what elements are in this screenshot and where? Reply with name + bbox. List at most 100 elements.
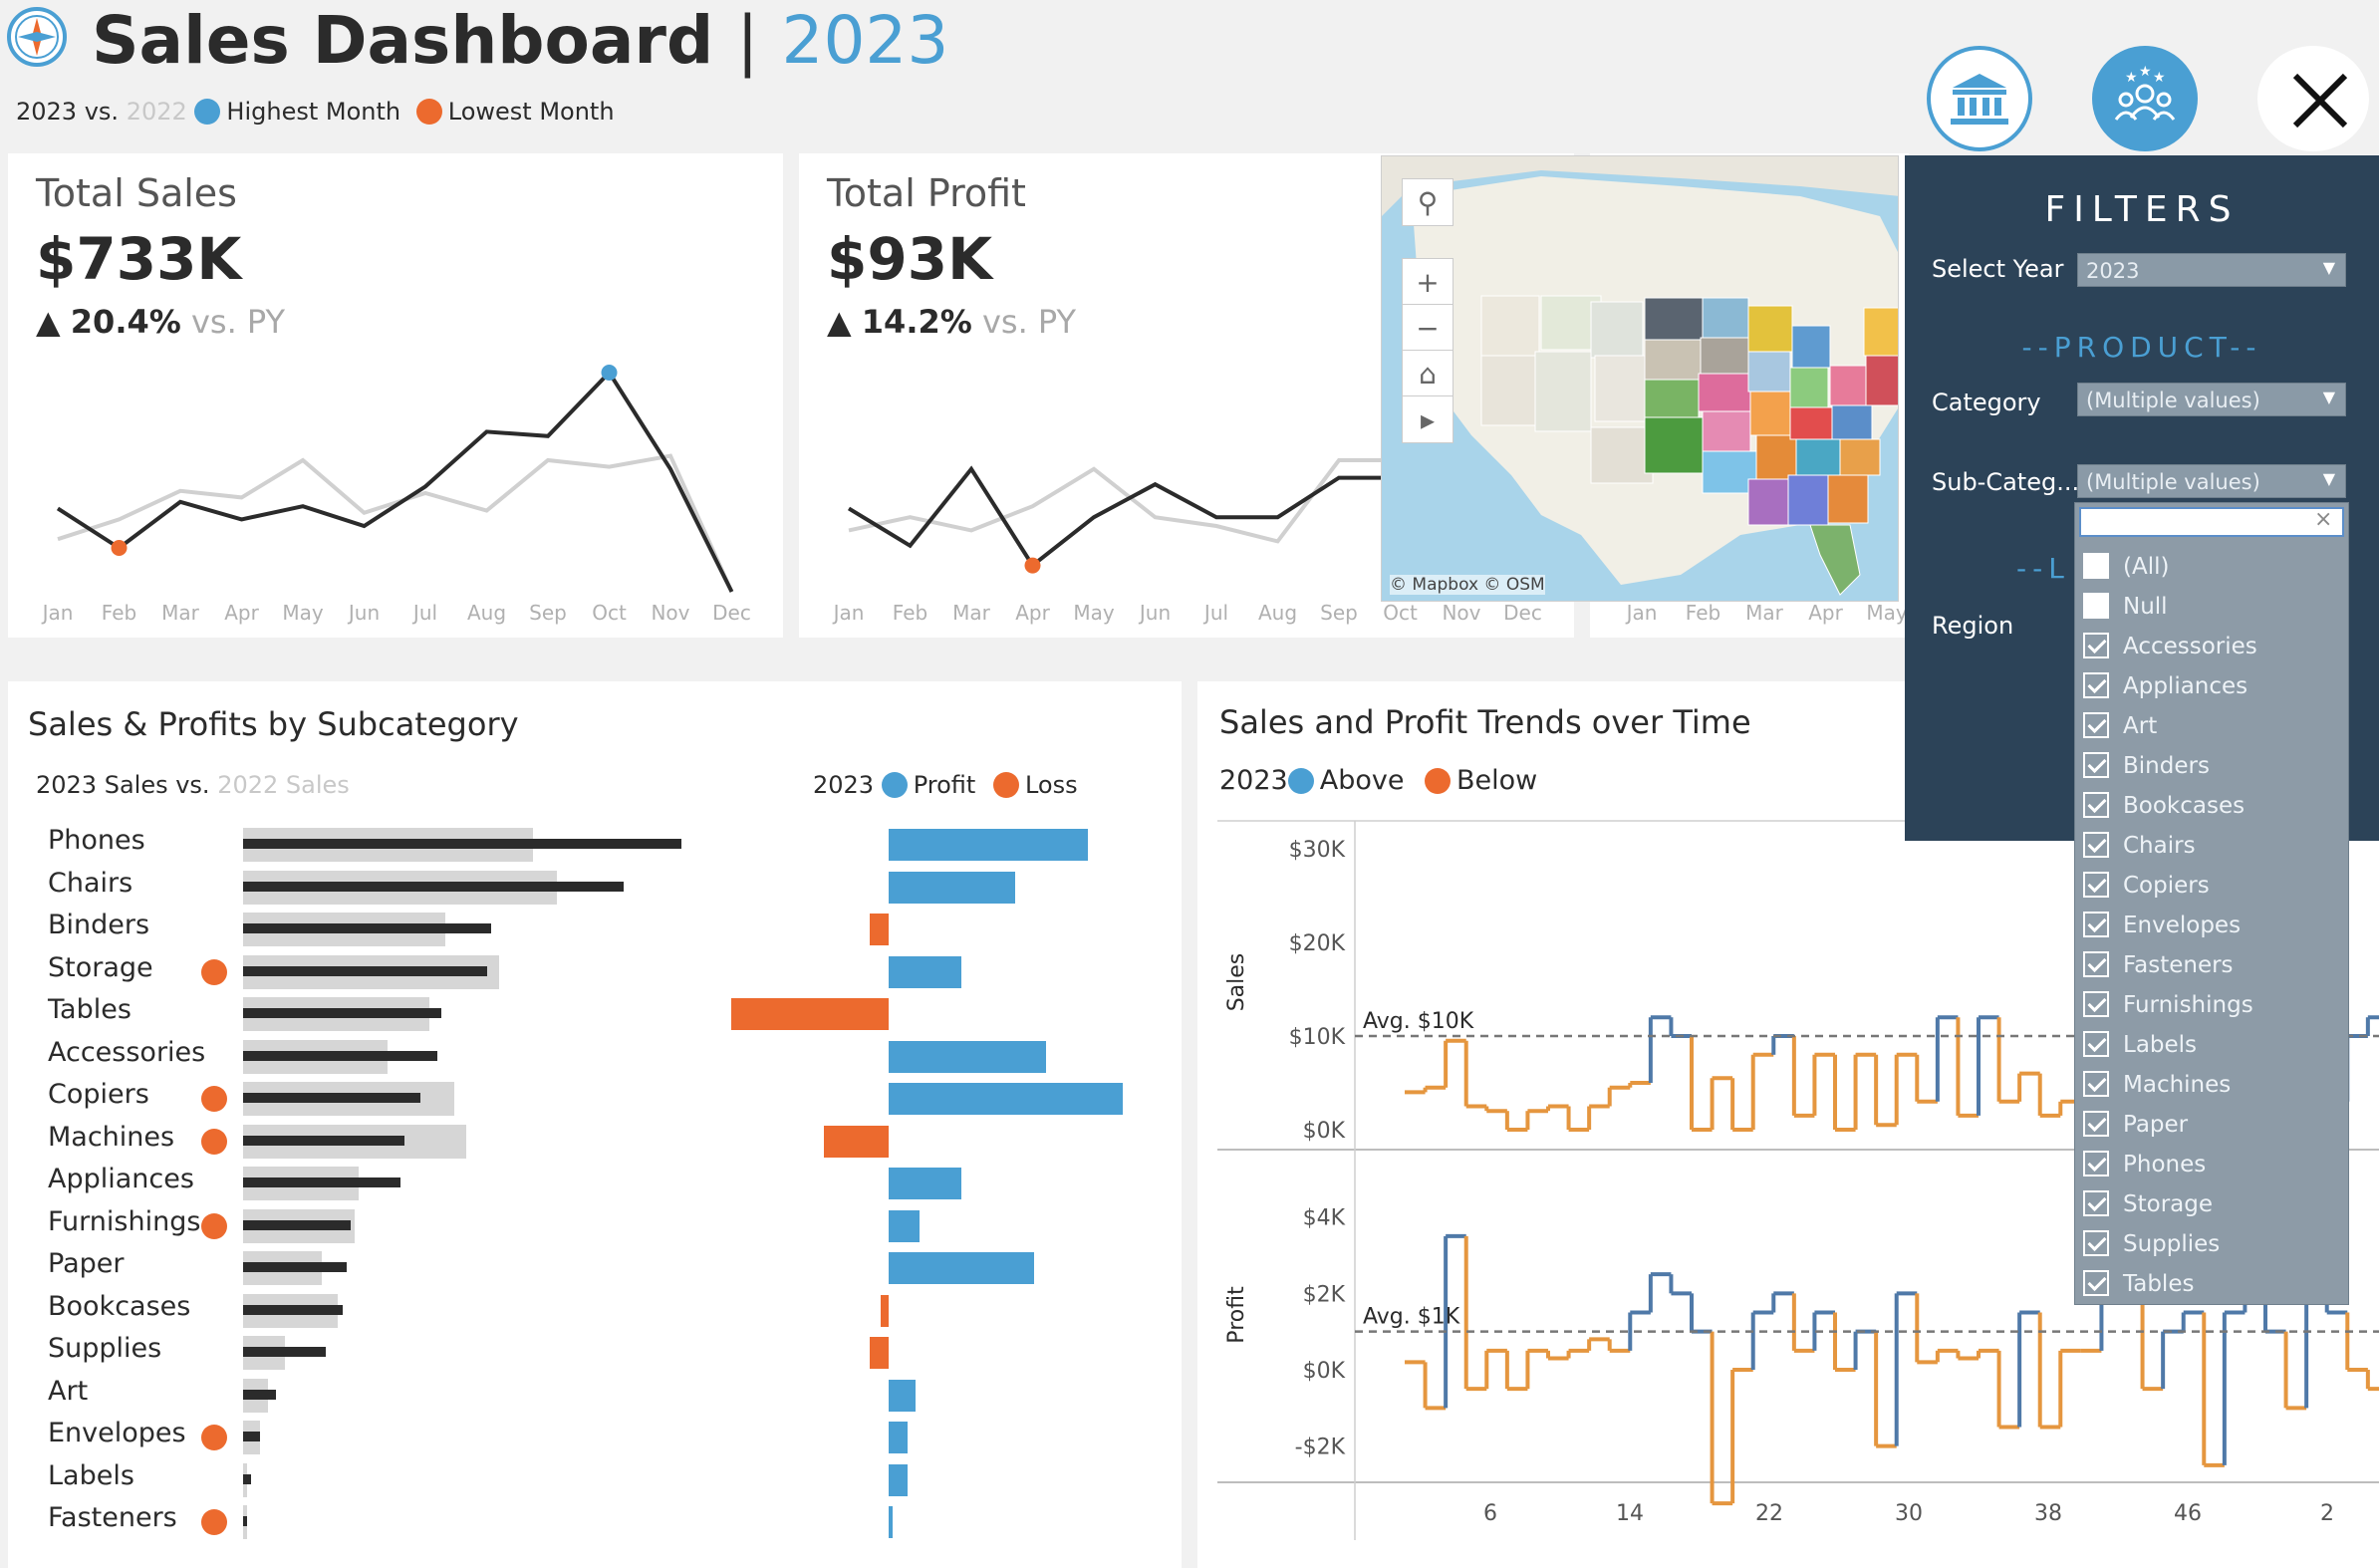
checked-checkbox-icon[interactable] [2083,1071,2109,1097]
zoom-out-button[interactable]: − [1402,304,1454,352]
sales-current-bar[interactable] [243,1262,347,1272]
profit-bar[interactable] [889,1379,916,1412]
select-year-dropdown[interactable]: 2023 ▼ [2077,253,2346,287]
filter-option[interactable]: Storage [2083,1190,2213,1217]
profit-bar[interactable] [889,1040,1046,1073]
checked-checkbox-icon[interactable] [2083,712,2109,738]
filter-option[interactable]: (All) [2083,553,2169,580]
sales-current-bar[interactable] [243,1473,252,1484]
filter-option[interactable]: Art [2083,712,2157,739]
filter-option[interactable]: Chairs [2083,832,2196,859]
loss-bar[interactable] [869,914,889,945]
sales-current-bar[interactable] [243,1177,400,1187]
filter-option[interactable]: Copiers [2083,872,2210,899]
checked-checkbox-icon[interactable] [2083,991,2109,1017]
sales-current-bar[interactable] [243,1304,343,1315]
map-search-button[interactable]: ⚲ [1402,178,1454,226]
subcategory-label[interactable]: Bookcases [48,1291,190,1322]
loss-bar[interactable] [881,1294,889,1327]
sales-current-bar[interactable] [243,1432,260,1441]
zoom-in-button[interactable]: + [1402,258,1454,306]
highest-month-point[interactable] [601,365,618,381]
loss-bar[interactable] [731,998,889,1030]
checked-checkbox-icon[interactable] [2083,792,2109,818]
loss-bar[interactable] [869,1337,889,1369]
checked-checkbox-icon[interactable] [2083,752,2109,778]
subcategory-list[interactable]: × (All) Null Accessories Appliances Art Binde… [2074,502,2349,1305]
filter-option[interactable]: Machines [2083,1071,2231,1098]
sales-current-bar[interactable] [243,881,624,892]
subcategory-label[interactable]: Envelopes [48,1418,186,1448]
profit-bar[interactable] [889,1209,920,1242]
subcategory-label[interactable]: Storage [48,952,153,983]
filter-option[interactable]: Paper [2083,1111,2188,1138]
map-expand-button[interactable]: ▸ [1402,395,1454,443]
subcategory-search-input[interactable] [2079,507,2344,537]
sales-current-bar[interactable] [243,1008,442,1018]
filter-option[interactable]: Labels [2083,1031,2197,1058]
profit-bar[interactable] [889,1252,1035,1284]
sales-sparkline[interactable]: Jan Feb Mar Apr May Jun Jul Aug Sep Oct Nov Dec [8,353,783,638]
subcategory-label[interactable]: Fasteners [48,1502,177,1533]
close-button[interactable] [2257,46,2369,151]
subcategory-label[interactable]: Accessories [48,1037,205,1068]
subcategory-label[interactable]: Chairs [48,868,132,899]
filter-option[interactable]: Phones [2083,1151,2206,1177]
sales-current-bar[interactable] [243,923,491,933]
filter-option[interactable]: Envelopes [2083,912,2241,938]
filter-option[interactable]: Accessories [2083,633,2257,659]
subcategory-label[interactable]: Phones [48,825,145,856]
subcategory-label[interactable]: Art [48,1376,88,1407]
team-button[interactable]: ★ ★ ★ [2092,46,2198,151]
checked-checkbox-icon[interactable] [2083,1270,2109,1296]
profit-bar[interactable] [889,871,1016,904]
filter-option[interactable]: Appliances [2083,672,2247,699]
subcategory-dropdown[interactable]: (Multiple values) ▼ [2077,464,2346,498]
profit-bar[interactable] [889,829,1089,861]
map-home-button[interactable]: ⌂ [1402,350,1454,397]
filter-option[interactable]: Binders [2083,752,2210,779]
profit-bar[interactable] [889,1083,1123,1115]
filter-option[interactable]: Furnishings [2083,991,2253,1018]
sales-current-bar[interactable] [243,1347,326,1357]
filter-option[interactable]: Null [2083,593,2168,620]
unchecked-checkbox-icon[interactable] [2083,553,2109,579]
filter-option[interactable]: Supplies [2083,1230,2220,1257]
sales-current-bar[interactable] [243,1389,277,1400]
checked-checkbox-icon[interactable] [2083,832,2109,858]
checked-checkbox-icon[interactable] [2083,672,2109,698]
checked-checkbox-icon[interactable] [2083,1111,2109,1137]
filter-option[interactable]: Tables [2083,1270,2194,1297]
checked-checkbox-icon[interactable] [2083,633,2109,658]
sales-current-bar[interactable] [243,839,681,849]
subcategory-label[interactable]: Copiers [48,1079,149,1110]
subcategory-label[interactable]: Supplies [48,1333,161,1364]
filter-option[interactable]: Bookcases [2083,792,2245,819]
subcategory-label[interactable]: Binders [48,910,149,940]
sales-current-bar[interactable] [243,1050,438,1061]
sales-kpi-card[interactable]: Total Sales $733K ▲ 20.4% vs. PY Jan Feb M… [8,153,783,638]
profit-bar[interactable] [889,955,962,988]
checked-checkbox-icon[interactable] [2083,1031,2109,1057]
sales-current-bar[interactable] [243,1093,421,1103]
profit-bar[interactable] [889,1422,909,1453]
profit-bar[interactable] [889,1463,909,1496]
filter-option[interactable]: Fasteners [2083,951,2234,978]
sales-current-bar[interactable] [243,1516,248,1526]
checked-checkbox-icon[interactable] [2083,1190,2109,1216]
subcategory-label[interactable]: Furnishings [48,1206,200,1237]
loss-bar[interactable] [823,1125,889,1158]
bank-button[interactable] [1927,46,2032,151]
checked-checkbox-icon[interactable] [2083,872,2109,898]
checked-checkbox-icon[interactable] [2083,912,2109,937]
profit-bar[interactable] [889,1506,893,1538]
subcategory-label[interactable]: Labels [48,1460,134,1491]
category-dropdown[interactable]: (Multiple values) ▼ [2077,383,2346,416]
profit-bar[interactable] [889,1168,962,1199]
clear-icon[interactable]: × [2314,507,2332,532]
checked-checkbox-icon[interactable] [2083,1230,2109,1256]
map-view[interactable]: ⚲ + − ⌂ ▸ © Mapbox © OSM [1381,155,1899,602]
subcategory-label[interactable]: Appliances [48,1164,194,1194]
sales-current-bar[interactable] [243,965,487,976]
subcategory-label[interactable]: Paper [48,1248,124,1279]
